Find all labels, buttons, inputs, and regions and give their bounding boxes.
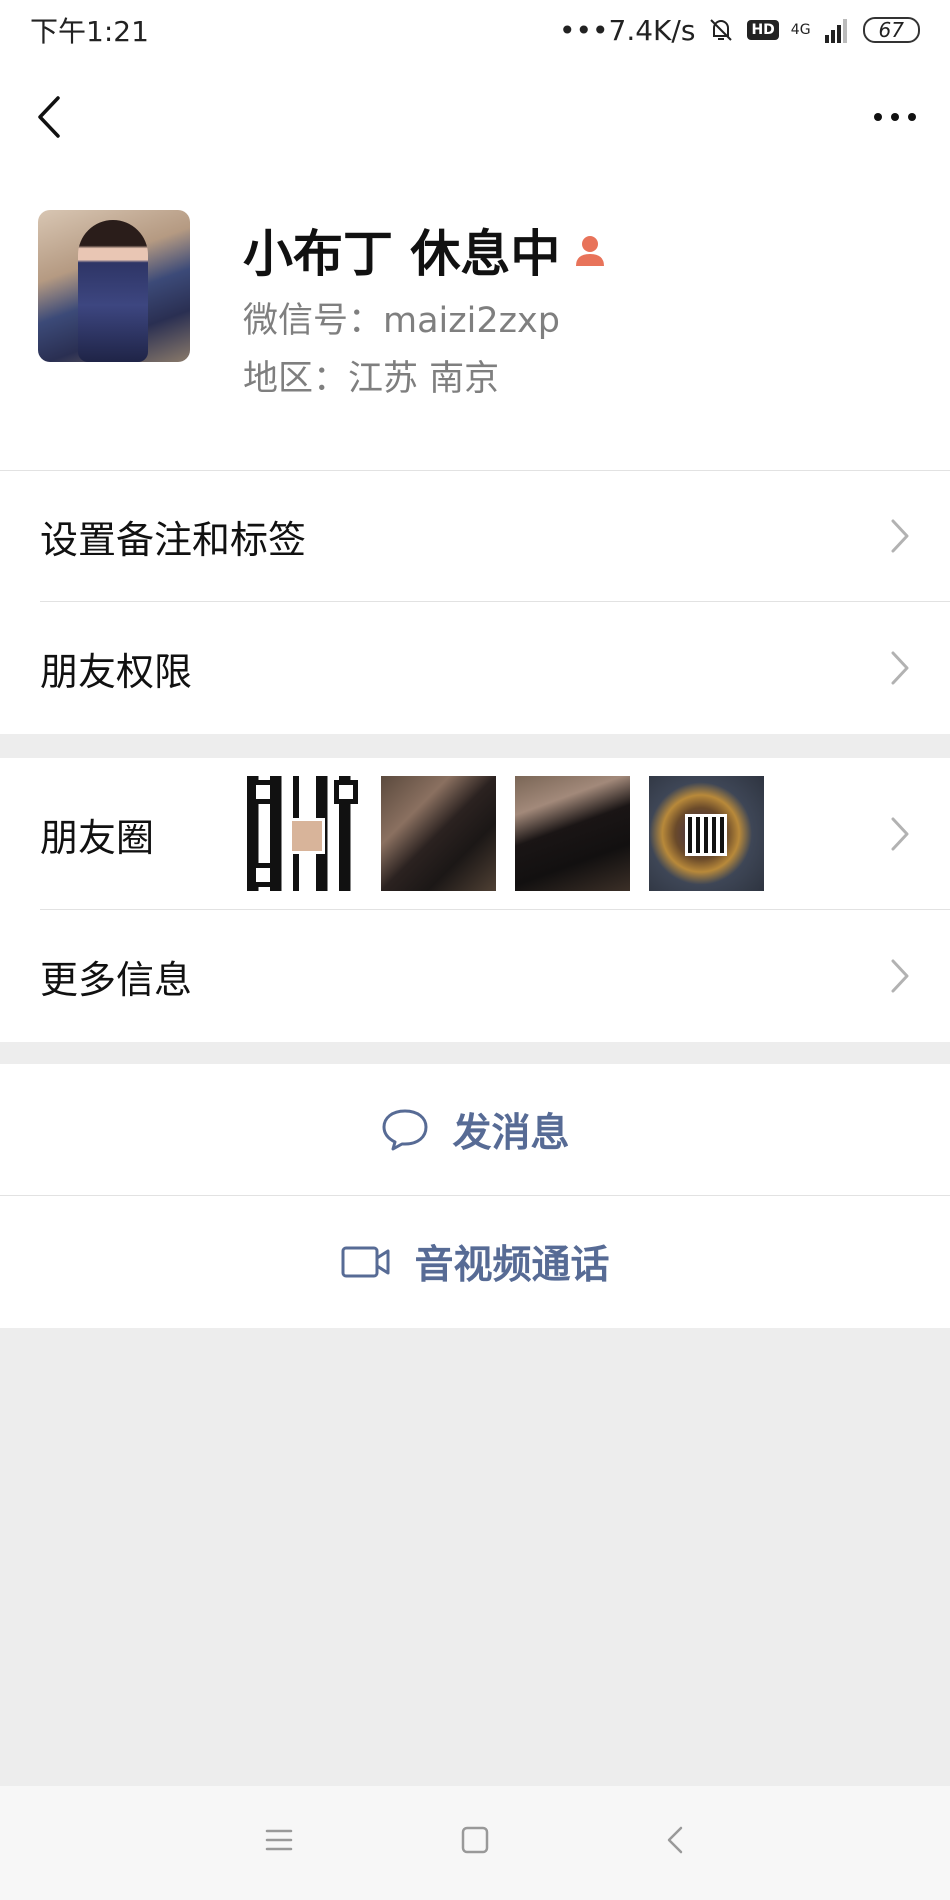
video-camera-icon <box>341 1246 390 1278</box>
video-call-button[interactable]: 音视频通话 <box>0 1196 950 1328</box>
moments-thumbnail-photo <box>649 776 764 891</box>
friend-permissions-row[interactable]: 朋友权限 <box>0 602 950 734</box>
back-arrow-icon[interactable] <box>30 92 70 142</box>
profile-header: 小布丁 休息中 微信号：maizi2zxp 地区：江苏 南京 <box>0 170 950 470</box>
title-bar <box>0 60 950 170</box>
action-group: 发消息 音视频通话 <box>0 1064 950 1328</box>
remark-tags-row[interactable]: 设置备注和标签 <box>0 470 950 602</box>
display-name: 小布丁 休息中 <box>243 225 561 283</box>
moments-label: 朋友圈 <box>40 815 155 860</box>
signal-icon <box>824 19 847 43</box>
video-call-label: 音视频通话 <box>414 1243 610 1288</box>
remark-tags-label: 设置备注和标签 <box>40 517 307 562</box>
avatar[interactable] <box>38 210 190 362</box>
wechat-id: 微信号：maizi2zxp <box>243 301 560 341</box>
menu-icon[interactable] <box>259 1820 299 1860</box>
back-icon[interactable] <box>655 1820 695 1860</box>
battery-indicator: 67 <box>862 17 920 43</box>
moments-group: 朋友圈 更多信息 <box>0 758 950 1042</box>
moments-row[interactable]: 朋友圈 <box>0 758 950 910</box>
moments-thumbnail-photo <box>515 776 630 891</box>
more-info-row[interactable]: 更多信息 <box>0 910 950 1042</box>
chevron-right-icon <box>891 651 909 685</box>
system-nav-bar <box>0 1786 950 1900</box>
status-time: 下午1:21 <box>30 15 149 48</box>
network-type: 4G <box>790 22 811 38</box>
send-message-button[interactable]: 发消息 <box>0 1064 950 1196</box>
more-options-icon[interactable] <box>870 102 920 132</box>
chevron-right-icon <box>891 519 909 553</box>
status-icons: •••7.4K/s HD 4G 67 <box>559 14 920 47</box>
avatar-photo <box>78 220 148 362</box>
chevron-right-icon <box>891 817 909 851</box>
name-row: 小布丁 休息中 <box>243 214 608 286</box>
settings-group: 设置备注和标签 朋友权限 <box>0 470 950 734</box>
moments-thumbnail-photo <box>381 776 496 891</box>
friend-permissions-label: 朋友权限 <box>40 649 193 694</box>
moments-thumbnails <box>247 776 764 891</box>
moments-thumbnail-qr <box>247 776 362 891</box>
network-speed: •••7.4K/s <box>558 13 696 47</box>
mute-bell-icon <box>710 19 733 41</box>
region: 地区：江苏 南京 <box>243 359 500 399</box>
chevron-right-icon <box>891 959 909 993</box>
send-message-label: 发消息 <box>452 1111 570 1156</box>
person-badge-icon <box>576 236 605 266</box>
status-bar: 下午1:21 •••7.4K/s HD 4G 67 <box>0 0 950 60</box>
home-icon[interactable] <box>455 1820 495 1860</box>
hd-icon: HD <box>747 20 779 40</box>
more-info-label: 更多信息 <box>40 957 193 1002</box>
chat-bubble-icon <box>382 1109 428 1151</box>
